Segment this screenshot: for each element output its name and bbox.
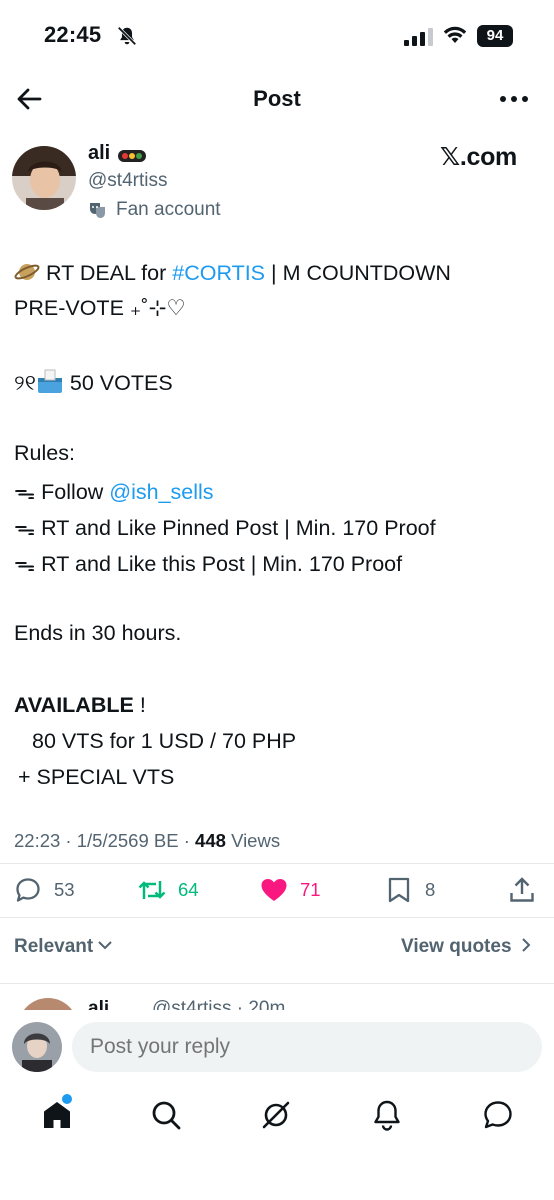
masks-icon [90, 203, 105, 218]
post-line-3: ୨୧ 50 VOTES [14, 368, 173, 396]
post-line-2: PRE-VOTE ₊˚⊹♡ [14, 296, 186, 320]
notifications-icon[interactable] [370, 1098, 404, 1132]
post-text: ᯓ Follow [14, 480, 110, 504]
rules-title: Rules: [14, 441, 75, 465]
chevron-down-icon [98, 941, 113, 950]
author-avatar[interactable] [12, 146, 76, 210]
post-text: ! [133, 693, 146, 717]
bookmark-icon [388, 877, 410, 903]
post-line-1: RT DEAL for #CORTIS | M COUNTDOWN [14, 260, 451, 286]
rule-1: ᯓ Follow @ish_sells [14, 477, 214, 506]
post-meta: 22:23 · 1/5/2569 BE · 448 Views [14, 830, 281, 851]
reply-icon [16, 878, 40, 902]
available-heading: AVAILABLE [14, 693, 134, 717]
reply-input[interactable] [72, 1022, 542, 1072]
heart-icon [261, 879, 287, 901]
like-count: 71 [300, 879, 321, 900]
divider [0, 917, 554, 918]
like-button[interactable]: 71 [260, 874, 321, 906]
reply-avatar[interactable] [18, 998, 78, 1010]
share-icon [510, 877, 534, 902]
ringed-planet-emoji-icon [14, 264, 40, 280]
battery-indicator: 94 [477, 25, 513, 47]
rule-2: ᯓ RT and Like Pinned Post | Min. 170 Pro… [14, 516, 436, 540]
more-icon[interactable] [498, 88, 530, 110]
share-button[interactable] [508, 874, 536, 906]
reply-button[interactable]: 53 [14, 874, 75, 906]
author-name[interactable]: ali [88, 142, 110, 165]
sort-label: Relevant [14, 936, 94, 957]
author-handle[interactable]: @st4rtiss [88, 170, 167, 192]
divider [0, 983, 554, 984]
reply-author-handle: @st4rtiss · 20m [152, 998, 286, 1010]
available-title: AVAILABLE ! [14, 693, 146, 718]
signal-icon [404, 28, 433, 46]
post-date: 1/5/2569 BE [76, 830, 179, 851]
status-bar: 22:45 94 [0, 0, 554, 72]
source-logo: 𝕏.com [440, 143, 517, 171]
page-title: Post [253, 86, 301, 111]
sort-dropdown[interactable]: Relevant [14, 936, 113, 958]
traffic-light-emoji-icon [118, 150, 146, 162]
views-label: Views [231, 830, 281, 851]
bookmark-button[interactable]: 8 [385, 874, 435, 906]
reply-count: 53 [54, 879, 75, 900]
offer-2: + SPECIAL VTS [18, 765, 175, 789]
offer-1: 80 VTS for 1 USD / 70 PHP [32, 729, 297, 753]
divider [0, 863, 554, 864]
wifi-icon [443, 26, 467, 43]
messages-icon[interactable] [481, 1098, 515, 1132]
ends-text: Ends in 30 hours. [14, 621, 182, 645]
mention-link[interactable]: @ish_sells [109, 480, 213, 504]
repost-button[interactable]: 64 [138, 874, 199, 906]
views-count: 448 [195, 830, 226, 851]
bell-off-icon [117, 26, 137, 46]
grok-icon[interactable] [259, 1098, 293, 1132]
notification-dot [62, 1094, 72, 1104]
status-time: 22:45 [44, 22, 102, 47]
search-icon[interactable] [149, 1098, 183, 1132]
chevron-right-icon [522, 938, 531, 952]
post-time: 22:23 [14, 830, 61, 851]
post-text: RT DEAL for [40, 261, 173, 285]
ribbon-glyph: ୨୧ [14, 371, 36, 395]
post-text: | M COUNTDOWN [265, 261, 451, 285]
top-header: Post [0, 72, 554, 128]
ballot-box-emoji-icon [37, 369, 62, 393]
rule-3: ᯓ RT and Like this Post | Min. 170 Proof [14, 552, 403, 576]
post-text: 50 VOTES [63, 371, 173, 395]
bookmark-count: 8 [425, 879, 436, 900]
view-quotes-label: View quotes [401, 936, 512, 957]
repost-icon [138, 881, 166, 899]
reply-author-name: ali [88, 998, 110, 1010]
repost-count: 64 [178, 879, 199, 900]
account-label: Fan account [116, 199, 221, 220]
view-quotes-link[interactable]: View quotes [401, 936, 531, 958]
hashtag-link[interactable]: #CORTIS [172, 261, 265, 285]
user-avatar[interactable] [12, 1022, 62, 1072]
reply-item[interactable]: ali @st4rtiss · 20m [0, 990, 554, 1010]
